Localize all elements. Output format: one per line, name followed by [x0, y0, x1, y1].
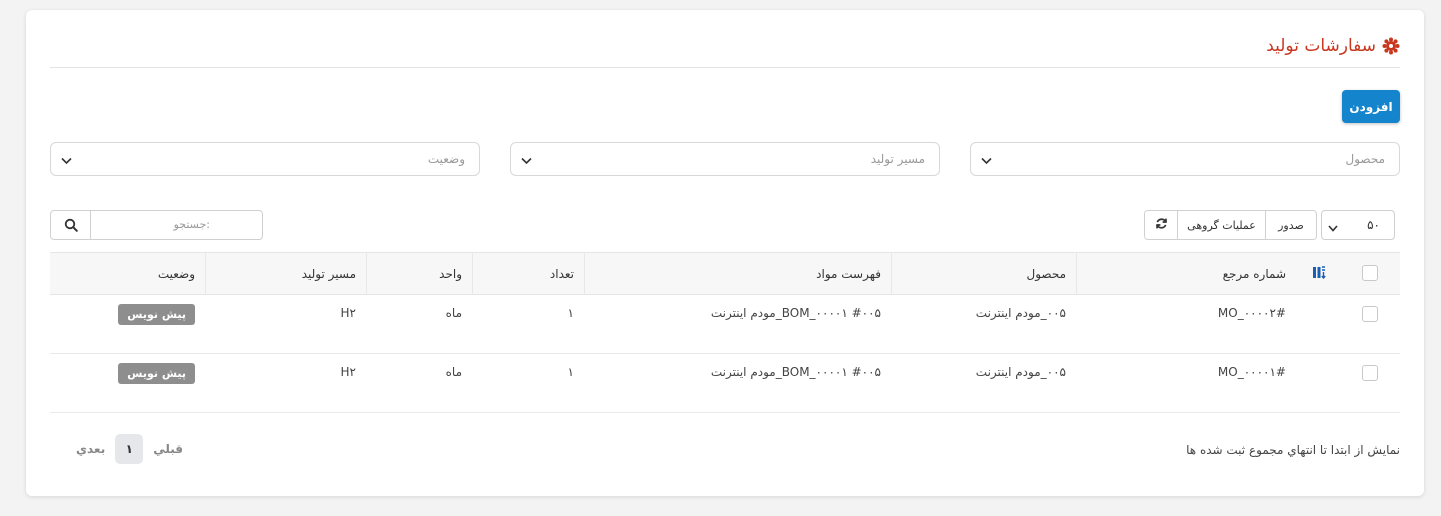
- refresh-icon: [1155, 217, 1168, 233]
- table-header: شماره مرجع محصول فهرست مواد تعداد واحد م…: [50, 252, 1400, 295]
- row-select-cell: [1326, 295, 1400, 353]
- status-filter-placeholder: وضعیت: [427, 152, 465, 166]
- row-status-cell: پیش نویس: [50, 354, 205, 412]
- header-reference[interactable]: شماره مرجع: [1076, 253, 1296, 294]
- row-unit: ماه: [445, 306, 462, 320]
- page-size-value: ۵۰: [1367, 218, 1380, 232]
- chevron-down-icon: [521, 154, 532, 168]
- header-route[interactable]: مسیر تولید: [205, 253, 366, 294]
- header-quantity[interactable]: تعداد: [472, 253, 584, 294]
- select-all-checkbox[interactable]: [1362, 265, 1378, 281]
- chevron-down-icon: [61, 154, 72, 168]
- table-controls: ۵۰ صدور عملیات گروهی: [1144, 210, 1395, 240]
- chevron-down-icon: [1328, 221, 1338, 235]
- search-box[interactable]: جستجو:: [50, 210, 263, 240]
- page-size-select[interactable]: ۵۰: [1321, 210, 1395, 240]
- route-filter-placeholder: مسیر تولید: [870, 152, 925, 166]
- table-actions-group: صدور عملیات گروهی: [1144, 210, 1317, 240]
- row-bom: #۰۰۵ BOM_۰۰۰۰۱_مودم اینترنت: [710, 365, 881, 379]
- table-info-text: نمايش از ابتدا تا انتهاي مجموع ثبت شده ه…: [1186, 443, 1400, 457]
- row-quantity: ۱: [567, 306, 574, 320]
- header-tools-cell: [1296, 253, 1326, 294]
- chevron-down-icon: [981, 154, 992, 168]
- row-route: H۲: [340, 306, 356, 320]
- table-row[interactable]: MO_۰۰۰۰۱# ۰۰۵_مودم اینترنت #۰۰۵ BOM_۰۰۰۰…: [50, 354, 1400, 413]
- header-product[interactable]: محصول: [891, 253, 1076, 294]
- row-route: H۲: [340, 365, 356, 379]
- page-title: سفارشات تولید: [1266, 36, 1376, 56]
- search-input[interactable]: جستجو:: [174, 218, 210, 231]
- row-bom: #۰۰۵ BOM_۰۰۰۰۱_مودم اینترنت: [710, 306, 881, 320]
- gear-flower-icon: [1382, 37, 1400, 55]
- route-filter[interactable]: مسیر تولید: [510, 142, 940, 176]
- page-header: سفارشات تولید: [1266, 34, 1400, 58]
- table-row[interactable]: MO_۰۰۰۰۲# ۰۰۵_مودم اینترنت #۰۰۵ BOM_۰۰۰۰…: [50, 295, 1400, 354]
- header-select-cell: [1326, 253, 1400, 294]
- product-filter[interactable]: محصول: [970, 142, 1400, 176]
- export-button[interactable]: صدور: [1265, 211, 1316, 239]
- prev-page-link[interactable]: قبلي: [153, 442, 183, 456]
- row-select-cell: [1326, 354, 1400, 412]
- row-product: ۰۰۵_مودم اینترنت: [975, 365, 1066, 379]
- refresh-button[interactable]: [1145, 211, 1177, 239]
- header-divider: [50, 67, 1400, 68]
- next-page-link[interactable]: بعدي: [76, 442, 105, 456]
- header-bom[interactable]: فهرست مواد: [584, 253, 891, 294]
- search-icon: [64, 218, 78, 232]
- row-quantity: ۱: [567, 365, 574, 379]
- row-unit: ماه: [445, 365, 462, 379]
- orders-table: شماره مرجع محصول فهرست مواد تعداد واحد م…: [50, 252, 1400, 413]
- status-badge: پیش نویس: [118, 363, 195, 384]
- row-reference[interactable]: MO_۰۰۰۰۱#: [1076, 354, 1296, 412]
- column-settings-icon[interactable]: [1312, 265, 1326, 282]
- row-product: ۰۰۵_مودم اینترنت: [975, 306, 1066, 320]
- status-filter[interactable]: وضعیت: [50, 142, 480, 176]
- pagination: قبلي ۱ بعدي: [76, 434, 183, 464]
- add-button[interactable]: افزودن: [1342, 90, 1400, 123]
- header-unit[interactable]: واحد: [366, 253, 472, 294]
- status-badge: پیش نویس: [118, 304, 195, 325]
- row-reference[interactable]: MO_۰۰۰۰۲#: [1076, 295, 1296, 353]
- bulk-actions-button[interactable]: عملیات گروهی: [1177, 211, 1265, 239]
- row-checkbox[interactable]: [1362, 306, 1378, 322]
- row-checkbox[interactable]: [1362, 365, 1378, 381]
- search-button[interactable]: [51, 211, 91, 239]
- product-filter-placeholder: محصول: [1345, 152, 1386, 166]
- current-page-button[interactable]: ۱: [115, 434, 144, 464]
- main-card: سفارشات تولید افزودن محصول مسیر تولید وض…: [26, 10, 1424, 496]
- row-status-cell: پیش نویس: [50, 295, 205, 353]
- header-status[interactable]: وضعیت: [50, 253, 205, 294]
